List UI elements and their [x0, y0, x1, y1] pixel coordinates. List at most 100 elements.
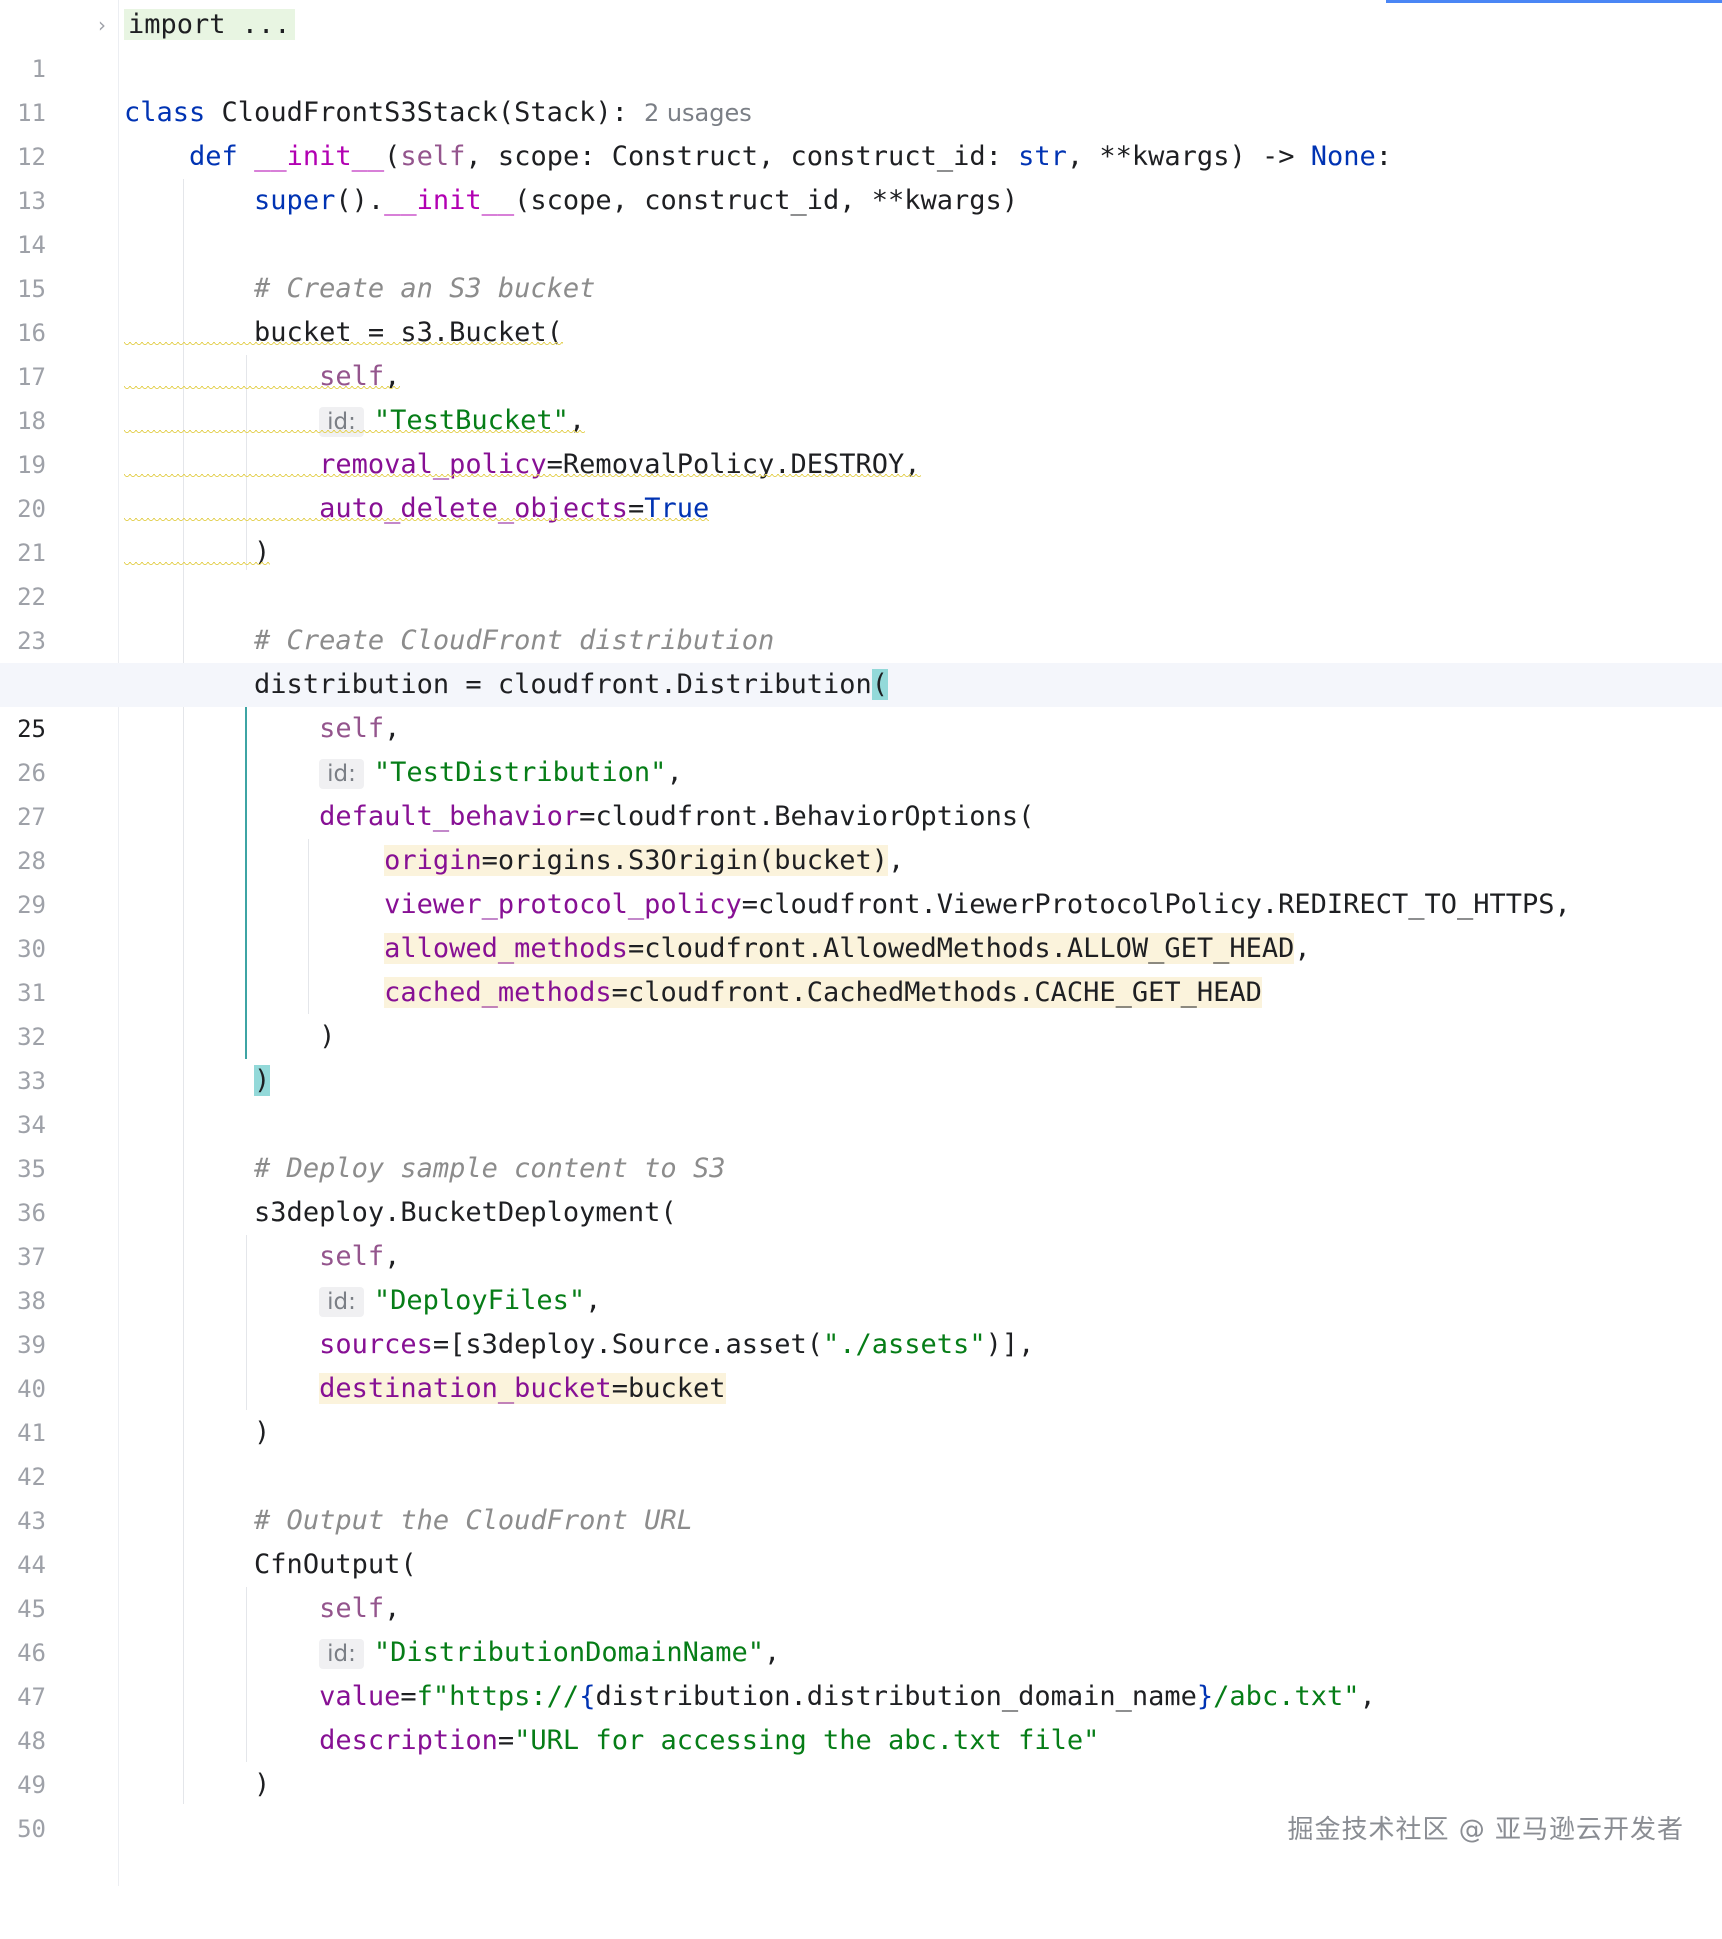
punct: , — [763, 1637, 781, 1668]
code-line[interactable]: 37 s3deploy.BucketDeployment( — [0, 1191, 1722, 1271]
keyword-argument: allowed_methods — [384, 933, 628, 964]
code-line[interactable]: 40 sources=[s3deploy.Source.asset("./ass… — [0, 1323, 1722, 1403]
operator: = — [497, 1725, 515, 1756]
usages-hint[interactable]: 2 usages — [644, 99, 752, 127]
folded-imports[interactable]: import ... — [124, 9, 295, 40]
parameter-hint: id: — [319, 407, 364, 437]
keyword-argument: auto_delete_objects — [319, 493, 628, 524]
string-literal: "DistributionDomainName" — [373, 1637, 764, 1668]
keyword-argument: origin — [384, 845, 482, 876]
keyword-argument: cached_methods — [384, 977, 612, 1008]
code-line[interactable]: 43 — [0, 1455, 1722, 1535]
comment: # Create CloudFront distribution — [254, 625, 775, 656]
code-line[interactable]: 36 # Deploy sample content to S3 — [0, 1147, 1722, 1227]
code-line[interactable]: 12 class CloudFrontS3Stack(Stack): 2 usag… — [0, 91, 1722, 171]
code-line[interactable]: 13 def __init__(self, scope: Construct, … — [0, 135, 1722, 215]
code-text: (scope, construct_id, **kwargs) — [514, 185, 1019, 216]
operator: = — [741, 889, 758, 920]
code-text: [s3deploy.Source.asset( — [449, 1329, 824, 1360]
code-text: : — [1375, 141, 1393, 172]
type-token: str — [1018, 141, 1067, 172]
string-literal: f"https:// — [416, 1681, 580, 1712]
self-token: self — [319, 1593, 385, 1624]
code-text: cloudfront.BehaviorOptions( — [595, 801, 1035, 832]
code-line[interactable]: 49 description="URL for accessing the ab… — [0, 1719, 1722, 1799]
code-text: ) — [254, 1417, 271, 1448]
code-line-current[interactable]: 25 distribution = cloudfront.Distributio… — [0, 663, 1722, 743]
code-line[interactable]: 14 super().__init__(scope, construct_id,… — [0, 179, 1722, 259]
code-line[interactable]: 16 # Create an S3 bucket — [0, 267, 1722, 347]
self-token: self — [319, 361, 385, 392]
operator: = — [579, 801, 596, 832]
code-text: distribution.distribution_domain_name — [595, 1681, 1197, 1712]
code-line[interactable]: 35 — [0, 1103, 1722, 1183]
code-line[interactable]: 31 allowed_methods=cloudfront.AllowedMet… — [0, 927, 1722, 1007]
code-line[interactable]: 27 id: "TestDistribution", — [0, 751, 1722, 831]
keyword: None — [1310, 141, 1376, 172]
code-line[interactable]: 1 › import ... — [0, 3, 1722, 83]
punct: , — [666, 757, 683, 788]
code-line[interactable]: 15 — [0, 223, 1722, 303]
punct: , — [1018, 1329, 1035, 1360]
code-line[interactable]: 41 destination_bucket=bucket — [0, 1367, 1722, 1447]
code-text: cloudfront.ViewerProtocolPolicy.REDIRECT… — [757, 889, 1555, 920]
code-line[interactable]: 33 ) — [0, 1015, 1722, 1095]
punct: , — [1554, 889, 1571, 920]
code-line[interactable]: 47 id: "DistributionDomainName", — [0, 1631, 1722, 1711]
code-text: ) — [254, 537, 271, 568]
code-text: origins.S3Origin(bucket) — [497, 845, 889, 876]
string-literal: "URL for accessing the abc.txt file" — [514, 1725, 1100, 1756]
code-text: , **kwargs) -> — [1066, 141, 1311, 172]
code-line[interactable]: 50 ) — [0, 1763, 1722, 1843]
code-line[interactable]: 38 self, — [0, 1235, 1722, 1315]
code-line[interactable]: 29 origin=origins.S3Origin(bucket), — [0, 839, 1722, 919]
matched-brace: ) — [254, 1065, 271, 1096]
self-token: self — [319, 1241, 385, 1272]
function-name: __init__ — [384, 185, 515, 216]
punct: , — [1294, 933, 1311, 964]
code-line[interactable]: 26 self, — [0, 707, 1722, 787]
code-line[interactable]: 21 auto_delete_objects=True — [0, 487, 1722, 567]
operator: = — [481, 845, 498, 876]
code-text: cloudfront.CachedMethods.CACHE_GET_HEAD — [627, 977, 1262, 1008]
code-line[interactable]: 45 CfnOutput( — [0, 1543, 1722, 1623]
parameter-hint: id: — [319, 759, 364, 789]
paren: ( — [384, 141, 401, 172]
code-line[interactable]: 46 self, — [0, 1587, 1722, 1667]
operator: = — [611, 1373, 628, 1404]
line-number: 50 — [17, 1815, 46, 1843]
code-text: CfnOutput( — [254, 1549, 417, 1580]
code-line[interactable]: 11 — [0, 47, 1722, 127]
code-line[interactable]: 34 ) — [0, 1059, 1722, 1139]
code-line[interactable]: 18 self, — [0, 355, 1722, 435]
code-line[interactable]: 23 — [0, 575, 1722, 655]
code-line[interactable]: 30 viewer_protocol_policy=cloudfront.Vie… — [0, 883, 1722, 963]
code-line[interactable]: 22 ) — [0, 531, 1722, 611]
code-line[interactable]: 24 # Create CloudFront distribution — [0, 619, 1722, 699]
chevron-right-icon[interactable]: › — [98, 3, 106, 47]
string-literal: "DeployFiles" — [373, 1285, 586, 1316]
code-text: cloudfront.AllowedMethods.ALLOW_GET_HEAD — [644, 933, 1295, 964]
code-line[interactable]: 17 bucket = s3.Bucket( — [0, 311, 1722, 391]
code-line[interactable]: 19 id: "TestBucket", — [0, 399, 1722, 479]
code-line[interactable]: 32 cached_methods=cloudfront.CachedMetho… — [0, 971, 1722, 1051]
code-line[interactable]: 28 default_behavior=cloudfront.BehaviorO… — [0, 795, 1722, 875]
code-line[interactable]: 39 id: "DeployFiles", — [0, 1279, 1722, 1359]
code-line[interactable]: 20 removal_policy=RemovalPolicy.DESTROY, — [0, 443, 1722, 523]
code-editor[interactable]: 1 › import ... 11 12 class CloudFrontS3S… — [0, 3, 1722, 1843]
self-token: self — [319, 713, 385, 744]
code-line[interactable]: 44 # Output the CloudFront URL — [0, 1499, 1722, 1579]
code-text: distribution = cloudfront.Distribution — [254, 669, 872, 700]
keyword-argument: sources — [319, 1329, 433, 1360]
code-text: (). — [335, 185, 385, 216]
keyword-argument: value — [319, 1681, 401, 1712]
punct: , — [384, 1241, 401, 1272]
code-text: )] — [985, 1329, 1019, 1360]
keyword-argument: destination_bucket — [319, 1373, 612, 1404]
punct: , — [904, 449, 921, 480]
comment: # Deploy sample content to S3 — [254, 1153, 726, 1184]
code-text: RemovalPolicy.DESTROY — [562, 449, 905, 480]
code-line[interactable]: 48 value=f"https://{distribution.distrib… — [0, 1675, 1722, 1755]
fstring-brace: { — [579, 1681, 596, 1712]
code-line[interactable]: 42 ) — [0, 1411, 1722, 1491]
